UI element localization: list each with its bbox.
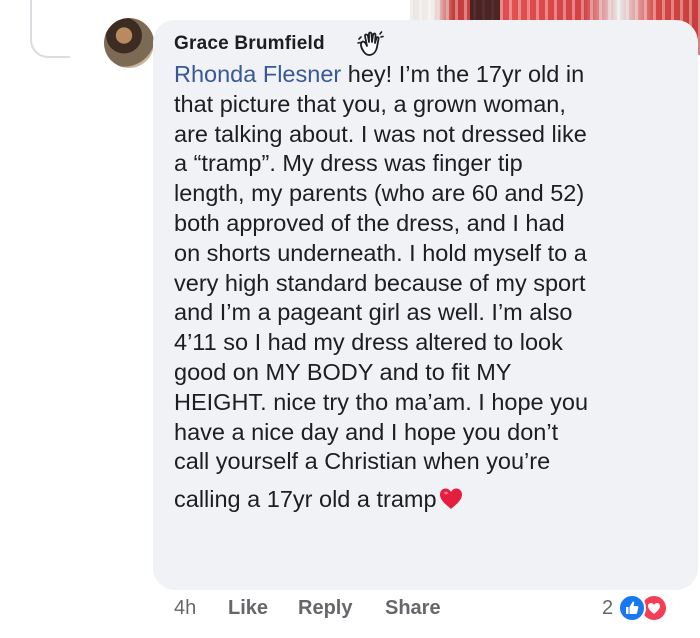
comment-line: on shorts underneath. I hold myself to a [174, 239, 587, 266]
comment-last-line-text: calling a 17yr old a tramp [174, 486, 437, 513]
share-button[interactable]: Share [385, 597, 441, 620]
like-button[interactable]: Like [228, 597, 268, 620]
comment-line: are talking about. I was not dressed lik… [174, 120, 587, 147]
comment-line: calling a 17yr old a tramp [174, 485, 464, 515]
comment-line: call yourself a Christian when you’re [174, 448, 551, 475]
comment-line: have a nice day and I hope you don’t [174, 418, 559, 445]
mention-link[interactable]: Rhonda Flesner [174, 61, 341, 87]
reaction-count: 2 [602, 597, 614, 619]
like-reaction-icon [618, 594, 646, 622]
comment-line: hey! I’m the 17yr old in [341, 61, 585, 87]
thread-connector-line [30, 0, 70, 58]
comment-line: both approved of the dress, and I had [174, 209, 565, 236]
comment-text: Rhonda Flesner hey! I’m the 17yr old in … [174, 60, 684, 515]
comment-line: good on MY BODY and to fit MY [174, 358, 512, 385]
comment-line: a “tramp”. My dress was finger tip [174, 150, 523, 177]
comment-author-name[interactable]: Grace Brumfield [174, 33, 325, 55]
reply-button[interactable]: Reply [298, 597, 352, 620]
comment-line: very high standard because of my sport [174, 269, 586, 296]
comment-timestamp[interactable]: 4h [174, 597, 196, 620]
comment-line: HEIGHT. nice try tho ma’am. I hope you [174, 388, 589, 415]
wave-hand-icon [356, 30, 384, 58]
comment-line: and I’m a pageant girl as well. I’m also [174, 299, 573, 326]
comment-line: length, my parents (who are 60 and 52) [174, 180, 585, 207]
avatar[interactable] [104, 18, 154, 68]
comment-line: 4’11 so I had my dress altered to look [174, 329, 563, 356]
red-heart-icon [438, 487, 464, 511]
comment-line: that picture that you, a grown woman, [174, 90, 566, 117]
